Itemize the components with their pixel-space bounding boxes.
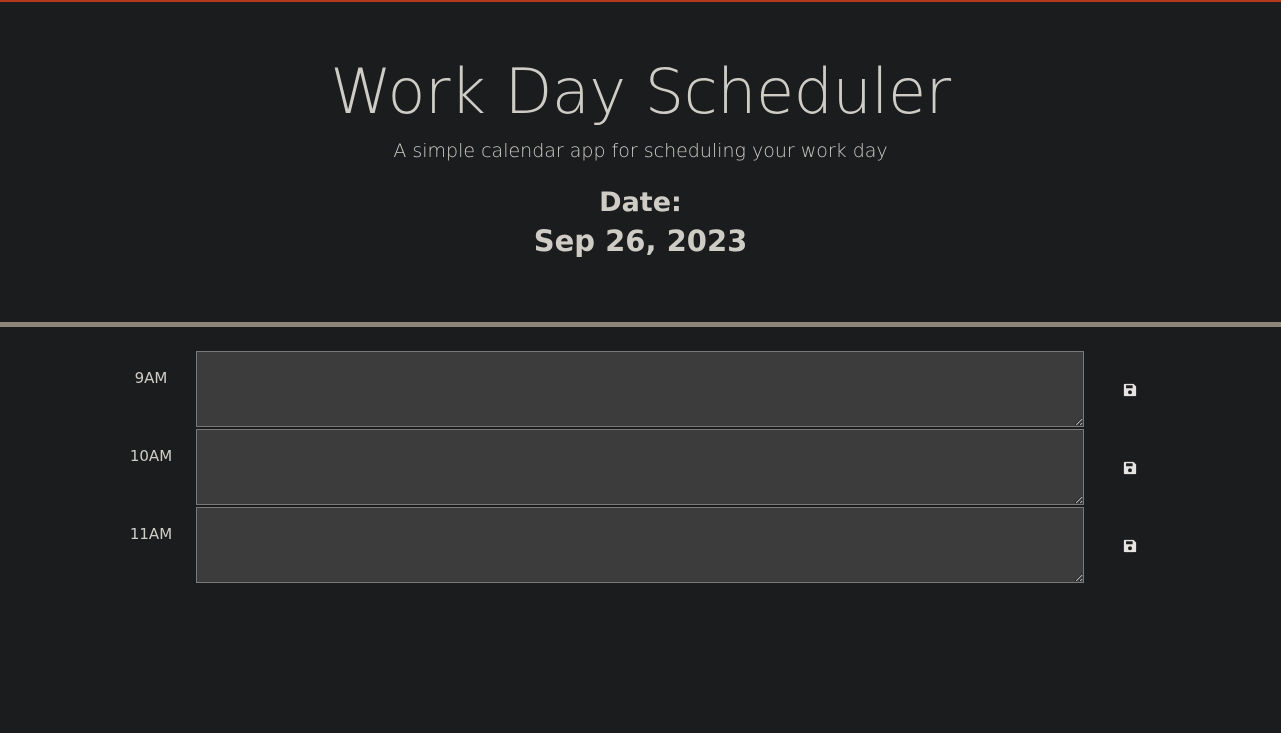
current-date: Sep 26, 2023	[533, 224, 748, 258]
event-textarea-9am[interactable]	[196, 351, 1084, 427]
hour-label: 11AM	[129, 525, 173, 543]
date-label: Date:	[599, 187, 682, 218]
page-title: Work Day Scheduler	[330, 55, 951, 128]
event-textarea-10am[interactable]	[196, 429, 1084, 505]
hour-label: 10AM	[129, 447, 173, 465]
floppy-disk-icon	[1123, 461, 1137, 475]
page-header: Work Day Scheduler A simple calendar app…	[0, 2, 1281, 322]
time-block-11am: 11AM	[0, 507, 1281, 585]
save-button-9am[interactable]	[1112, 373, 1148, 407]
save-button-11am[interactable]	[1112, 529, 1148, 563]
save-button-10am[interactable]	[1112, 451, 1148, 485]
page-subtitle: A simple calendar app for scheduling you…	[393, 140, 888, 162]
time-block-10am: 10AM	[0, 429, 1281, 507]
header-divider	[0, 322, 1281, 327]
floppy-disk-icon	[1123, 383, 1137, 397]
schedule-list: 9AM 10AM 11AM	[0, 351, 1281, 585]
time-block-9am: 9AM	[0, 351, 1281, 429]
hour-label: 9AM	[134, 369, 168, 387]
event-textarea-11am[interactable]	[196, 507, 1084, 583]
floppy-disk-icon	[1123, 539, 1137, 553]
